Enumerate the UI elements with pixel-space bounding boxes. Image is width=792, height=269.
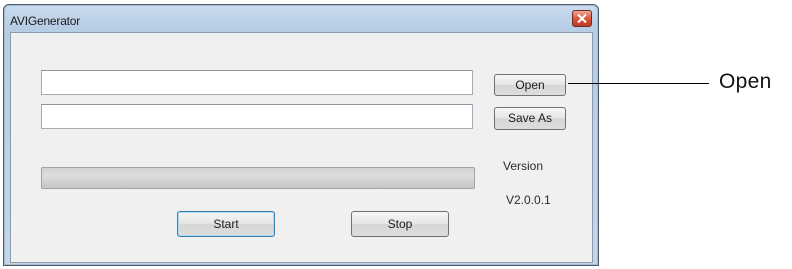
title-bar[interactable]: AVIGenerator	[4, 5, 598, 35]
window-title: AVIGenerator	[10, 14, 81, 28]
progress-bar	[41, 167, 475, 189]
callout-label: Open	[719, 70, 772, 93]
save-as-button[interactable]: Save As	[494, 107, 566, 130]
version-label: Version	[503, 159, 544, 173]
close-button[interactable]	[572, 10, 592, 27]
close-icon	[577, 14, 587, 23]
start-button[interactable]: Start	[177, 211, 275, 237]
input-path-field[interactable]	[41, 70, 473, 95]
output-path-field[interactable]	[41, 104, 473, 129]
stop-button[interactable]: Stop	[351, 211, 449, 237]
avigenerator-window: AVIGenerator Open Save As Version V2.0.0…	[3, 4, 599, 266]
version-value: V2.0.0.1	[506, 193, 551, 207]
dialog-client-area: Open Save As Version V2.0.0.1 Start Stop	[10, 32, 593, 263]
open-button[interactable]: Open	[494, 74, 566, 96]
stage: AVIGenerator Open Save As Version V2.0.0…	[0, 0, 792, 269]
callout-line	[568, 83, 709, 84]
